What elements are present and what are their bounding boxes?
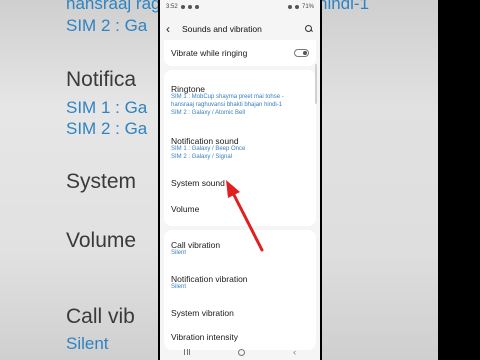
notification-icon <box>187 5 192 9</box>
system-sound-row[interactable]: System sound <box>164 170 316 196</box>
row-subtitle: hansraaj raghuvansi bhakti bhajan hindi-… <box>171 102 283 109</box>
back-icon[interactable]: ‹ <box>293 347 296 357</box>
bg-text: Call vib <box>66 305 135 328</box>
wifi-icon <box>294 5 299 9</box>
row-title: Notification vibration <box>171 274 248 285</box>
status-bar: 3:52 71% <box>160 0 320 14</box>
scrollbar[interactable] <box>315 64 317 104</box>
bg-text: SIM 2 : Ga <box>66 119 148 138</box>
vibrate-card: Vibrate while ringing <box>164 40 316 66</box>
row-title: Ringtone <box>171 84 206 95</box>
row-subtitle: SIM 2 : Galaxy / Atomic Bell <box>171 109 246 116</box>
bg-text: SIM 2 : Ga <box>66 16 148 35</box>
page-title: Sounds and vibration <box>182 24 262 34</box>
bg-text: hindi-1 <box>322 0 370 13</box>
bg-text: System <box>66 170 137 193</box>
row-title: Notification sound <box>171 136 239 147</box>
notification-icon <box>180 5 185 9</box>
sound-card: Ringtone SIM 1 : MobCup shayma preet mai… <box>164 70 316 226</box>
row-subtitle: Silent <box>171 250 187 257</box>
notification-icon <box>194 5 199 9</box>
call-vibration-row[interactable]: Call vibration Silent <box>164 232 316 266</box>
bg-text: hansraaj raghuvansi bhakti b <box>66 0 158 13</box>
vibrate-toggle[interactable] <box>294 49 309 57</box>
volume-row[interactable]: Volume <box>164 196 316 222</box>
home-icon[interactable] <box>238 348 246 356</box>
row-title: Vibration intensity <box>171 332 238 342</box>
back-arrow-icon[interactable]: ‹ <box>166 22 180 36</box>
battery-level: 71% <box>301 4 314 10</box>
row-title: Volume <box>171 204 200 214</box>
notification-sound-row[interactable]: Notification sound SIM 1 : Galaxy / Beep… <box>164 128 316 170</box>
bg-text: Notifica <box>66 68 137 91</box>
row-subtitle: SIM 1 : MobCup shayma preet mai tohse - <box>171 94 284 101</box>
row-title: System vibration <box>171 308 234 318</box>
vibration-card: Call vibration Silent Notification vibra… <box>164 230 316 350</box>
row-subtitle: Silent <box>171 284 187 291</box>
bg-text: SIM 1 : Ga <box>66 98 148 117</box>
navigation-bar: ‹ <box>160 344 320 360</box>
row-title: Call vibration <box>171 240 221 251</box>
notification-vibration-row[interactable]: Notification vibration Silent <box>164 266 316 300</box>
background-left: hansraaj raghuvansi bhakti b SIM 2 : Ga … <box>0 0 158 360</box>
search-icon[interactable] <box>304 24 314 34</box>
status-time: 3:52 <box>166 4 178 10</box>
phone-screen: 3:52 71% ‹ Sounds and vibration Vibrate … <box>160 0 320 360</box>
bg-text: Volume <box>66 229 137 252</box>
row-subtitle: SIM 2 : Galaxy / Signal <box>171 154 233 160</box>
ringtone-row[interactable]: Ringtone SIM 1 : MobCup shayma preet mai… <box>164 74 316 128</box>
bg-text: Silent <box>66 334 109 353</box>
system-vibration-row[interactable]: System vibration <box>164 300 316 326</box>
row-title: Vibrate while ringing <box>171 48 248 58</box>
background-right: hindi-1 <box>322 0 438 360</box>
row-title: System sound <box>171 178 225 188</box>
screen-stage: hansraaj raghuvansi bhakti b SIM 2 : Ga … <box>0 0 480 360</box>
row-subtitle: SIM 1 : Galaxy / Beep Once <box>171 146 246 153</box>
recent-apps-icon[interactable] <box>183 349 191 355</box>
signal-icon <box>287 5 292 9</box>
vibrate-while-ringing-row[interactable]: Vibrate while ringing <box>164 40 316 66</box>
